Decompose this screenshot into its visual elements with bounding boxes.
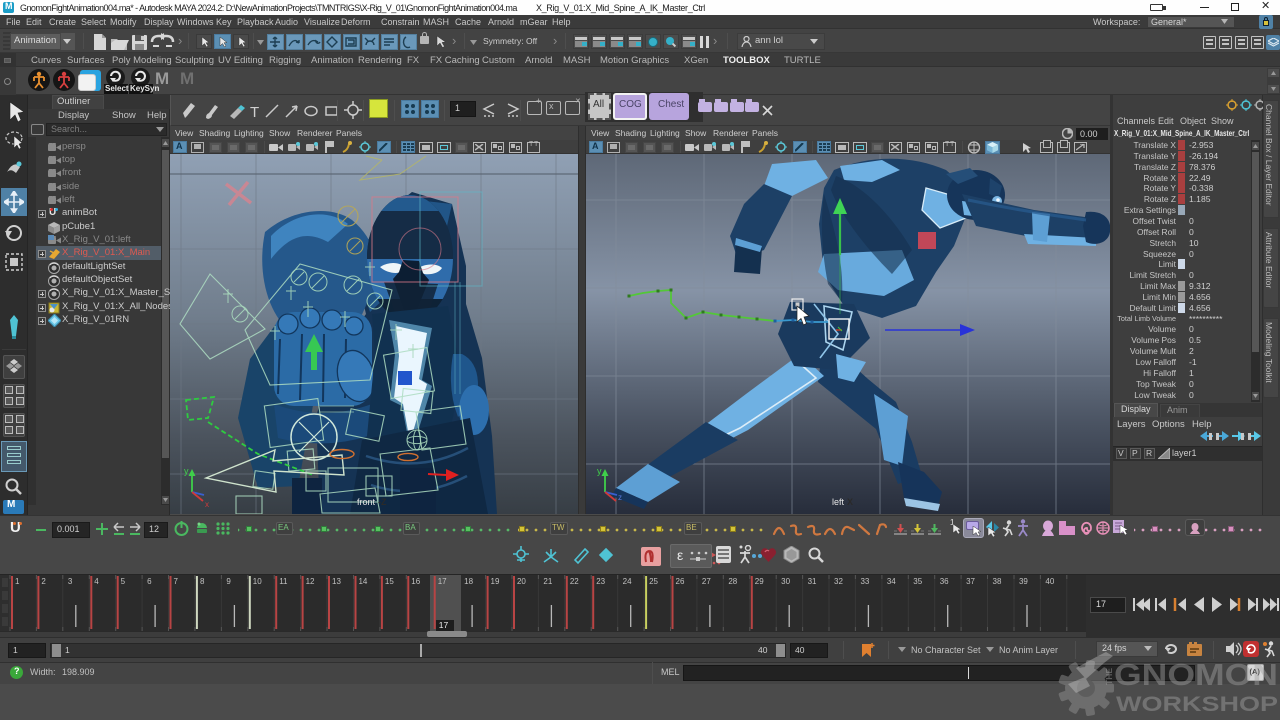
svg-text:z: z bbox=[618, 493, 622, 502]
svg-text:left: left bbox=[832, 497, 845, 507]
svg-text:y: y bbox=[597, 466, 602, 476]
svg-text:T: T bbox=[250, 104, 259, 121]
svg-text:THE: THE bbox=[1104, 668, 1114, 685]
svg-text:GNOMON: GNOMON bbox=[1114, 657, 1278, 692]
svg-text:x: x bbox=[205, 500, 209, 509]
svg-text:y: y bbox=[184, 466, 189, 476]
svg-text:X: X bbox=[847, 497, 853, 507]
svg-text:front: front bbox=[357, 497, 376, 507]
svg-text:WORKSHOP: WORKSHOP bbox=[1116, 693, 1278, 716]
svg-text:-Z: -Z bbox=[378, 497, 387, 507]
